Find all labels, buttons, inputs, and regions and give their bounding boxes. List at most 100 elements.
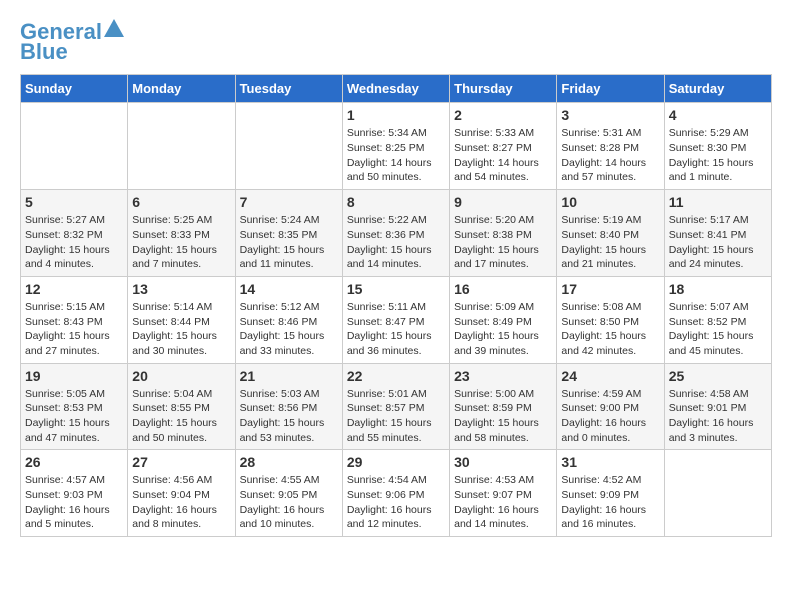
calendar-cell: 9 Sunrise: 5:20 AM Sunset: 8:38 PM Daylig… [450, 190, 557, 277]
day-number: 8 [347, 194, 445, 210]
calendar-cell: 12 Sunrise: 5:15 AM Sunset: 8:43 PM Dayli… [21, 276, 128, 363]
calendar-table: SundayMondayTuesdayWednesdayThursdayFrid… [20, 74, 772, 537]
day-number: 4 [669, 107, 767, 123]
calendar-cell [128, 103, 235, 190]
day-number: 2 [454, 107, 552, 123]
day-info: Sunrise: 5:01 AM Sunset: 8:57 PM Dayligh… [347, 387, 445, 446]
day-number: 25 [669, 368, 767, 384]
day-number: 21 [240, 368, 338, 384]
day-info: Sunrise: 5:33 AM Sunset: 8:27 PM Dayligh… [454, 126, 552, 185]
weekday-header-saturday: Saturday [664, 75, 771, 103]
logo: General Blue [20, 20, 124, 64]
day-number: 15 [347, 281, 445, 297]
day-info: Sunrise: 5:11 AM Sunset: 8:47 PM Dayligh… [347, 300, 445, 359]
day-number: 26 [25, 454, 123, 470]
calendar-week-1: 1 Sunrise: 5:34 AM Sunset: 8:25 PM Daylig… [21, 103, 772, 190]
day-info: Sunrise: 5:03 AM Sunset: 8:56 PM Dayligh… [240, 387, 338, 446]
day-info: Sunrise: 5:20 AM Sunset: 8:38 PM Dayligh… [454, 213, 552, 272]
calendar-cell: 18 Sunrise: 5:07 AM Sunset: 8:52 PM Dayli… [664, 276, 771, 363]
calendar-cell: 28Sunrise: 4:55 AM Sunset: 9:05 PM Dayli… [235, 450, 342, 537]
weekday-header-thursday: Thursday [450, 75, 557, 103]
day-number: 20 [132, 368, 230, 384]
day-info: Sunrise: 5:12 AM Sunset: 8:46 PM Dayligh… [240, 300, 338, 359]
calendar-cell [235, 103, 342, 190]
day-info: Sunrise: 5:05 AM Sunset: 8:53 PM Dayligh… [25, 387, 123, 446]
day-number: 27 [132, 454, 230, 470]
calendar-cell [664, 450, 771, 537]
day-number: 16 [454, 281, 552, 297]
day-info: Sunrise: 5:08 AM Sunset: 8:50 PM Dayligh… [561, 300, 659, 359]
weekday-header-tuesday: Tuesday [235, 75, 342, 103]
weekday-header-friday: Friday [557, 75, 664, 103]
calendar-cell: 10 Sunrise: 5:19 AM Sunset: 8:40 PM Dayli… [557, 190, 664, 277]
calendar-cell: 11 Sunrise: 5:17 AM Sunset: 8:41 PM Dayli… [664, 190, 771, 277]
calendar-cell: 6 Sunrise: 5:25 AM Sunset: 8:33 PM Daylig… [128, 190, 235, 277]
calendar-cell: 7 Sunrise: 5:24 AM Sunset: 8:35 PM Daylig… [235, 190, 342, 277]
day-info: Sunrise: 5:25 AM Sunset: 8:33 PM Dayligh… [132, 213, 230, 272]
calendar-week-5: 26Sunrise: 4:57 AM Sunset: 9:03 PM Dayli… [21, 450, 772, 537]
day-number: 23 [454, 368, 552, 384]
day-info: Sunrise: 4:52 AM Sunset: 9:09 PM Dayligh… [561, 473, 659, 532]
day-number: 12 [25, 281, 123, 297]
calendar-cell: 21 Sunrise: 5:03 AM Sunset: 8:56 PM Dayli… [235, 363, 342, 450]
calendar-cell: 15 Sunrise: 5:11 AM Sunset: 8:47 PM Dayli… [342, 276, 449, 363]
day-number: 10 [561, 194, 659, 210]
calendar-cell: 24 Sunrise: 4:59 AM Sunset: 9:00 PM Dayli… [557, 363, 664, 450]
logo-text2: Blue [20, 40, 68, 64]
calendar-cell [21, 103, 128, 190]
day-info: Sunrise: 5:22 AM Sunset: 8:36 PM Dayligh… [347, 213, 445, 272]
weekday-header-monday: Monday [128, 75, 235, 103]
calendar-cell: 17Sunrise: 5:08 AM Sunset: 8:50 PM Dayli… [557, 276, 664, 363]
day-info: Sunrise: 5:29 AM Sunset: 8:30 PM Dayligh… [669, 126, 767, 185]
day-number: 11 [669, 194, 767, 210]
day-info: Sunrise: 4:56 AM Sunset: 9:04 PM Dayligh… [132, 473, 230, 532]
calendar-cell: 3 Sunrise: 5:31 AM Sunset: 8:28 PM Daylig… [557, 103, 664, 190]
calendar-cell: 8 Sunrise: 5:22 AM Sunset: 8:36 PM Daylig… [342, 190, 449, 277]
calendar-cell: 13Sunrise: 5:14 AM Sunset: 8:44 PM Dayli… [128, 276, 235, 363]
day-info: Sunrise: 5:31 AM Sunset: 8:28 PM Dayligh… [561, 126, 659, 185]
day-number: 1 [347, 107, 445, 123]
day-info: Sunrise: 5:07 AM Sunset: 8:52 PM Dayligh… [669, 300, 767, 359]
calendar-cell: 14 Sunrise: 5:12 AM Sunset: 8:46 PM Dayli… [235, 276, 342, 363]
calendar-week-4: 19 Sunrise: 5:05 AM Sunset: 8:53 PM Dayli… [21, 363, 772, 450]
calendar-cell: 16 Sunrise: 5:09 AM Sunset: 8:49 PM Dayli… [450, 276, 557, 363]
day-number: 24 [561, 368, 659, 384]
day-info: Sunrise: 5:17 AM Sunset: 8:41 PM Dayligh… [669, 213, 767, 272]
calendar-cell: 29 Sunrise: 4:54 AM Sunset: 9:06 PM Dayli… [342, 450, 449, 537]
day-info: Sunrise: 5:15 AM Sunset: 8:43 PM Dayligh… [25, 300, 123, 359]
day-number: 6 [132, 194, 230, 210]
day-number: 18 [669, 281, 767, 297]
day-number: 29 [347, 454, 445, 470]
day-info: Sunrise: 4:58 AM Sunset: 9:01 PM Dayligh… [669, 387, 767, 446]
day-number: 14 [240, 281, 338, 297]
calendar-cell: 4 Sunrise: 5:29 AM Sunset: 8:30 PM Daylig… [664, 103, 771, 190]
day-number: 5 [25, 194, 123, 210]
calendar-cell: 19 Sunrise: 5:05 AM Sunset: 8:53 PM Dayli… [21, 363, 128, 450]
day-info: Sunrise: 5:19 AM Sunset: 8:40 PM Dayligh… [561, 213, 659, 272]
day-info: Sunrise: 4:59 AM Sunset: 9:00 PM Dayligh… [561, 387, 659, 446]
day-info: Sunrise: 5:09 AM Sunset: 8:49 PM Dayligh… [454, 300, 552, 359]
calendar-cell: 2 Sunrise: 5:33 AM Sunset: 8:27 PM Daylig… [450, 103, 557, 190]
day-number: 22 [347, 368, 445, 384]
calendar-cell: 31 Sunrise: 4:52 AM Sunset: 9:09 PM Dayli… [557, 450, 664, 537]
calendar-cell: 25 Sunrise: 4:58 AM Sunset: 9:01 PM Dayli… [664, 363, 771, 450]
calendar-cell: 26Sunrise: 4:57 AM Sunset: 9:03 PM Dayli… [21, 450, 128, 537]
day-number: 7 [240, 194, 338, 210]
calendar-week-2: 5Sunrise: 5:27 AM Sunset: 8:32 PM Daylig… [21, 190, 772, 277]
day-number: 3 [561, 107, 659, 123]
day-info: Sunrise: 5:34 AM Sunset: 8:25 PM Dayligh… [347, 126, 445, 185]
calendar-cell: 27 Sunrise: 4:56 AM Sunset: 9:04 PM Dayli… [128, 450, 235, 537]
day-number: 9 [454, 194, 552, 210]
calendar-cell: 5Sunrise: 5:27 AM Sunset: 8:32 PM Daylig… [21, 190, 128, 277]
calendar-cell: 20Sunrise: 5:04 AM Sunset: 8:55 PM Dayli… [128, 363, 235, 450]
day-number: 13 [132, 281, 230, 297]
day-number: 31 [561, 454, 659, 470]
weekday-header-sunday: Sunday [21, 75, 128, 103]
day-info: Sunrise: 4:53 AM Sunset: 9:07 PM Dayligh… [454, 473, 552, 532]
day-info: Sunrise: 5:24 AM Sunset: 8:35 PM Dayligh… [240, 213, 338, 272]
page-header: General Blue [20, 20, 772, 64]
day-number: 19 [25, 368, 123, 384]
day-info: Sunrise: 4:54 AM Sunset: 9:06 PM Dayligh… [347, 473, 445, 532]
calendar-cell: 1 Sunrise: 5:34 AM Sunset: 8:25 PM Daylig… [342, 103, 449, 190]
day-info: Sunrise: 5:00 AM Sunset: 8:59 PM Dayligh… [454, 387, 552, 446]
